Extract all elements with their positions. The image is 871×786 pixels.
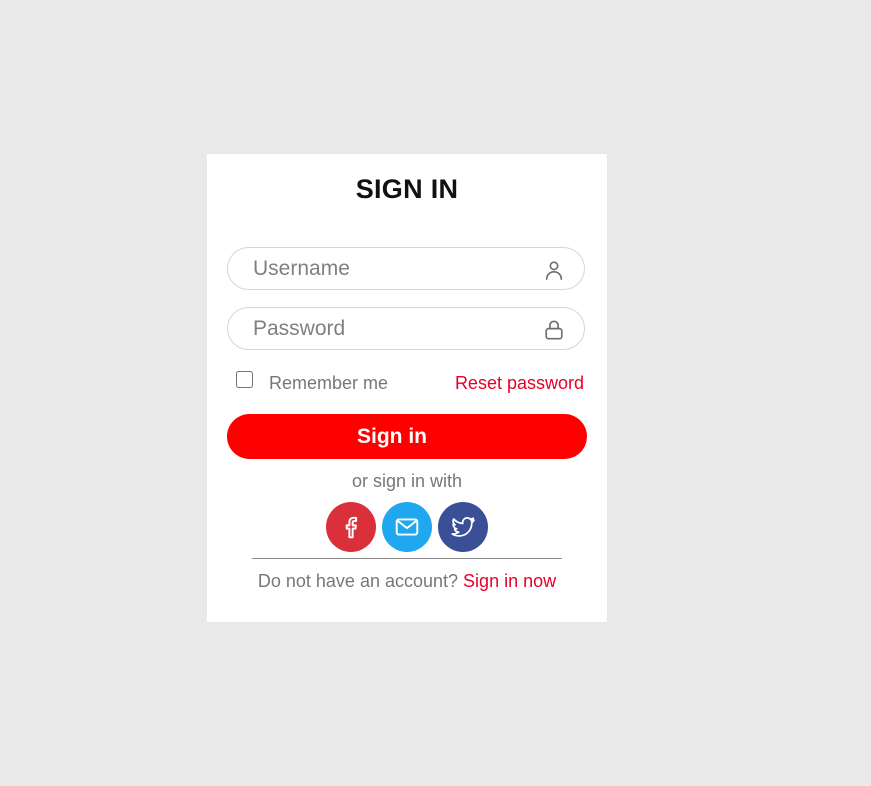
lock-icon [545,320,563,340]
sign-in-button[interactable]: Sign in [227,414,587,459]
user-icon [545,261,563,280]
remember-me-label: Remember me [269,373,389,393]
password-field[interactable] [227,307,585,350]
mail-icon [395,518,419,536]
alt-sign-in-label: or sign in with [351,471,463,491]
username-input[interactable] [253,248,523,289]
footer-text: Do not have an account? [257,571,459,591]
sign-in-card: SIGN IN Remember me Reset password Sign … [207,154,607,622]
twitter-button[interactable] [438,502,488,552]
reset-password-link[interactable]: Reset password [455,373,584,394]
email-button[interactable] [382,502,432,552]
remember-me-checkbox[interactable] [236,371,253,388]
facebook-button[interactable] [326,502,376,552]
page-title: SIGN IN [355,174,459,204]
twitter-icon [451,517,475,537]
divider [252,558,562,559]
facebook-icon [345,516,358,539]
footer: Do not have an account? Sign in now [207,571,607,592]
username-field[interactable] [227,247,585,290]
sign-up-link[interactable]: Sign in now [463,571,556,591]
password-input[interactable] [253,308,523,349]
